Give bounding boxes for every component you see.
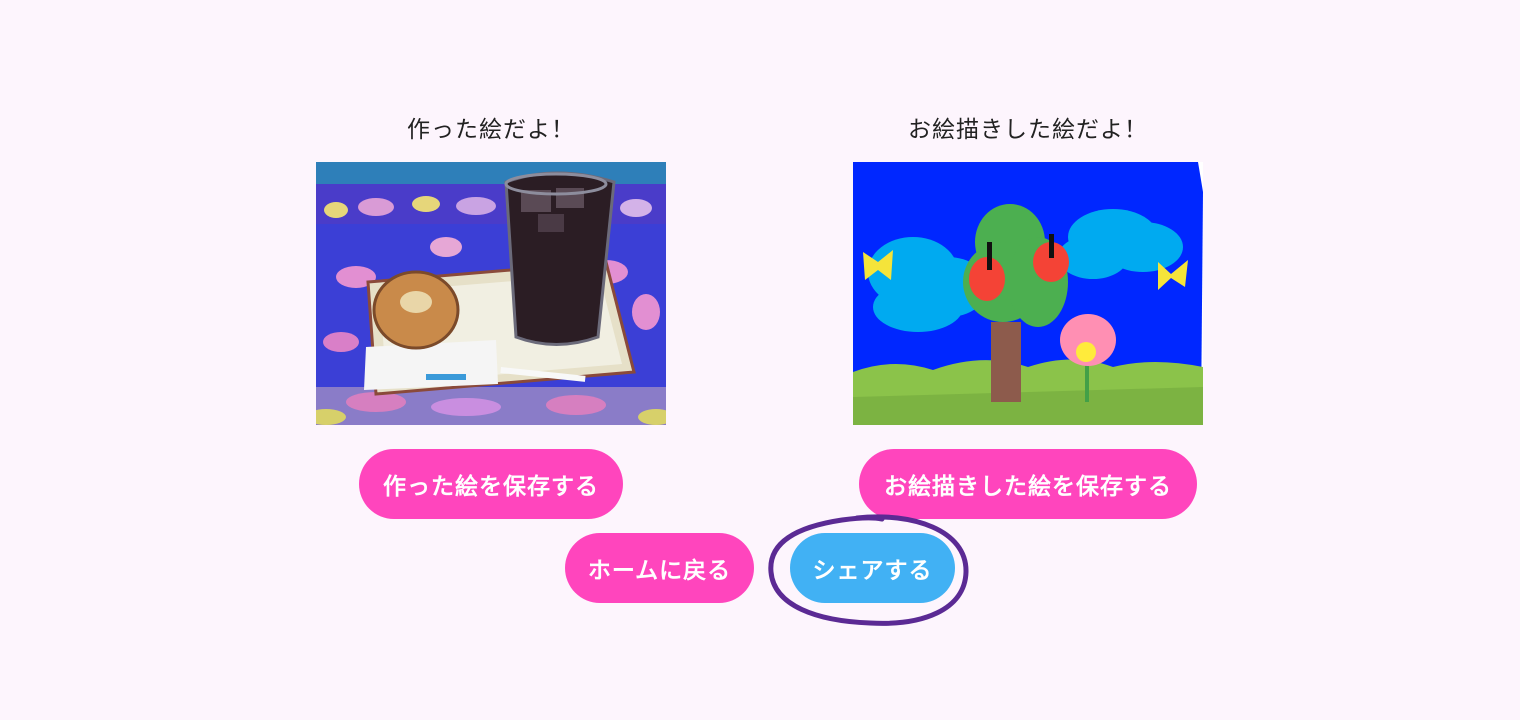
- drawn-picture-image: [853, 162, 1203, 425]
- made-picture-image: [316, 162, 666, 425]
- share-button[interactable]: シェアする: [790, 533, 955, 603]
- save-drawn-picture-button[interactable]: お絵描きした絵を保存する: [859, 449, 1197, 519]
- back-to-home-button[interactable]: ホームに戻る: [565, 533, 754, 603]
- share-result-screen: 作った絵だよ！ お絵描きした絵だよ！ 作った絵を保存する お絵描きした絵を保存す…: [0, 0, 1520, 720]
- made-picture-caption: 作った絵だよ！: [407, 117, 575, 143]
- drawn-picture-caption: お絵描きした絵だよ！: [908, 117, 1148, 143]
- save-made-picture-button[interactable]: 作った絵を保存する: [359, 449, 623, 519]
